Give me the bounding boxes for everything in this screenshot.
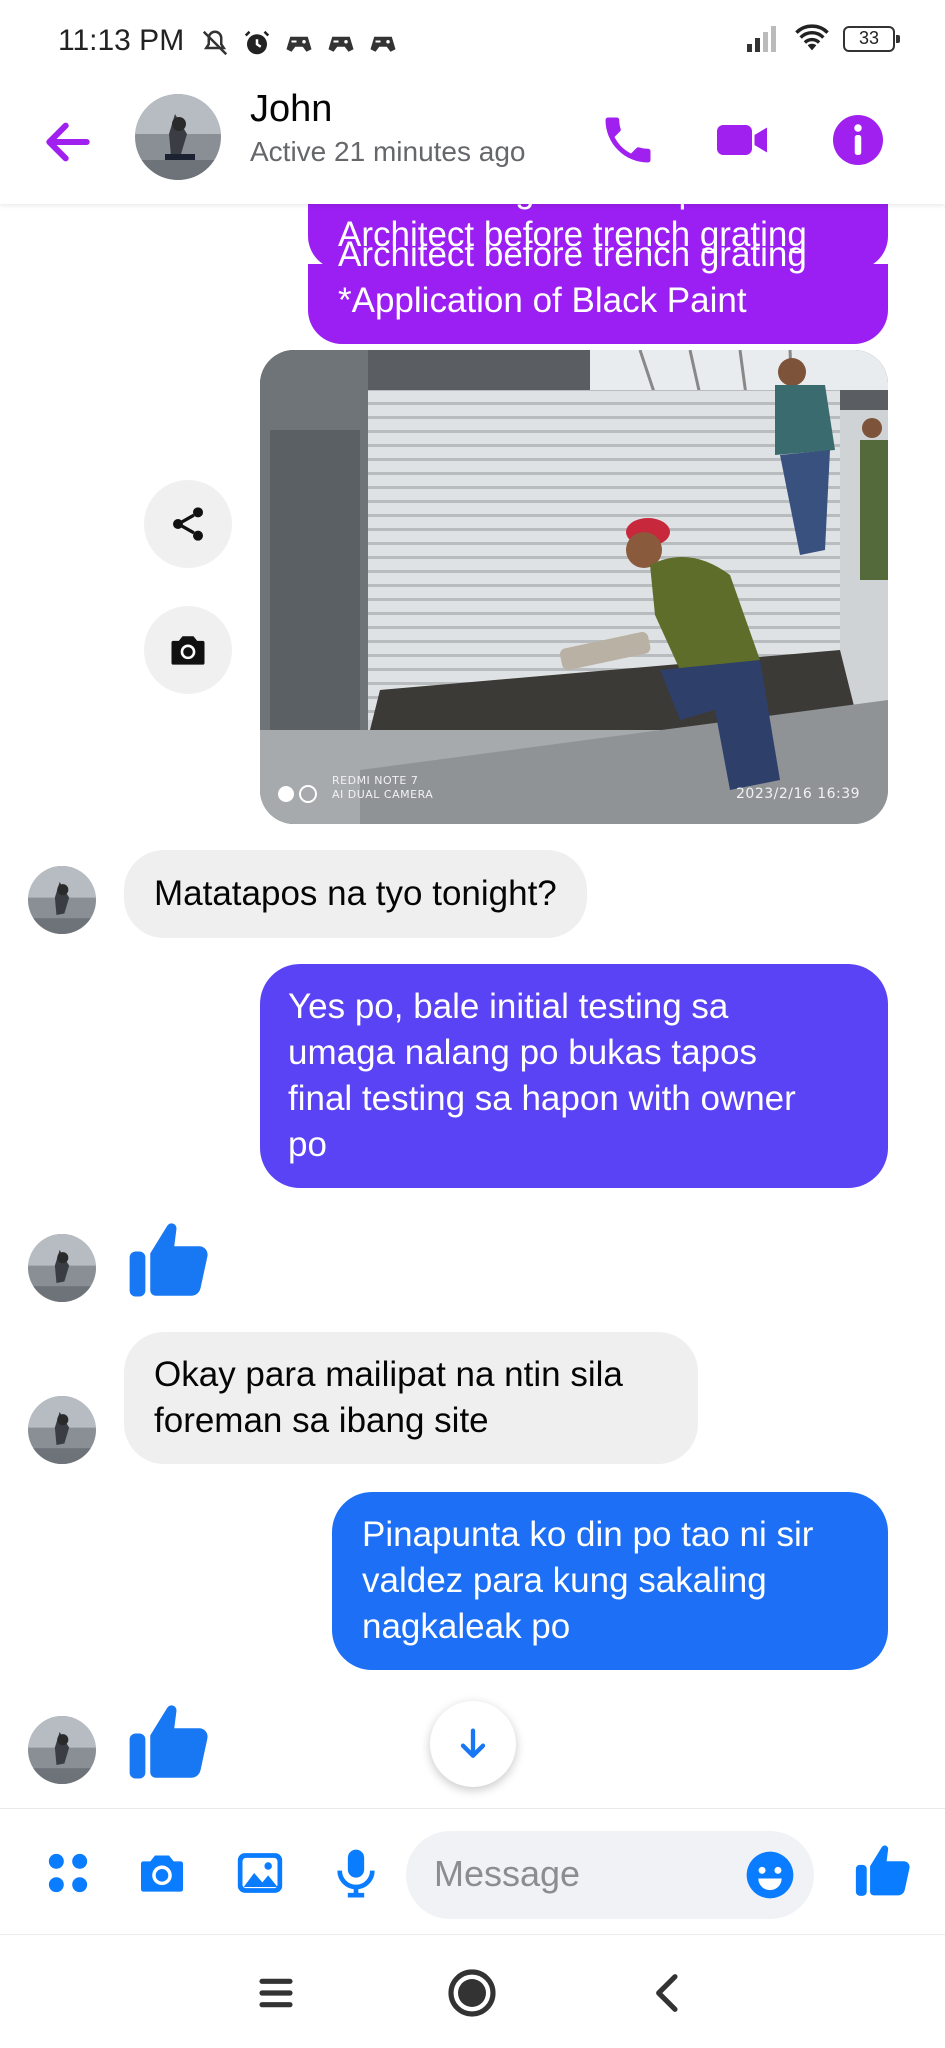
- photo-attachment[interactable]: REDMI NOTE 7 AI DUAL CAMERA 2023/2/16 16…: [260, 350, 888, 824]
- contact-name[interactable]: John: [250, 88, 332, 131]
- contact-active-status: Active 21 minutes ago: [250, 136, 526, 167]
- status-notification-icons: [200, 28, 398, 58]
- battery-icon: 33: [843, 26, 900, 52]
- scroll-to-bottom-button[interactable]: [430, 1701, 516, 1787]
- message-text-line: Okay para mailipat na ntin sila: [154, 1355, 623, 1394]
- message-list[interactable]: *Additional groove as per Architect befo…: [0, 204, 945, 1808]
- message-text-line: umaga nalang po bukas tapos: [288, 1033, 757, 1072]
- emoji-icon[interactable]: [742, 1847, 798, 1903]
- message-text-line: Architect before trench grating: [338, 235, 807, 274]
- incoming-message[interactable]: Matatapos na tyo tonight?: [124, 850, 587, 938]
- outgoing-message[interactable]: Yes po, bale initial testing sa umaga na…: [260, 964, 888, 1188]
- message-input[interactable]: Message: [406, 1831, 814, 1919]
- arrow-down-icon: [460, 1728, 486, 1758]
- message-text-line: foreman sa ibang site: [154, 1401, 489, 1440]
- back-nav-icon[interactable]: [640, 1965, 696, 2021]
- video-call-icon[interactable]: [712, 110, 772, 170]
- photo-timestamp: 2023/2/16 16:39: [736, 786, 861, 802]
- back-arrow-icon[interactable]: [40, 114, 96, 170]
- message-text-line: nagkaleak po: [362, 1607, 571, 1646]
- message-text-line: *Application of Black Paint: [338, 281, 747, 320]
- status-time: 11:13 PM: [58, 24, 185, 57]
- outgoing-message[interactable]: Pinapunta ko din po tao ni sir valdez pa…: [332, 1492, 888, 1670]
- message-text: Matatapos na tyo tonight?: [154, 874, 557, 913]
- message-text-line: final testing sa hapon with owner: [288, 1079, 796, 1118]
- alarm-icon: [244, 30, 270, 55]
- photo-camera-watermark: REDMI NOTE 7: [332, 774, 419, 787]
- construction-photo: [260, 350, 888, 824]
- share-button[interactable]: [144, 480, 232, 568]
- home-icon[interactable]: [444, 1965, 500, 2021]
- camera-icon: [171, 636, 205, 665]
- sender-avatar[interactable]: [28, 1716, 96, 1784]
- microphone-icon[interactable]: [328, 1845, 384, 1901]
- phone-icon[interactable]: [598, 110, 658, 170]
- signal-icon: [747, 26, 776, 52]
- mute-icon: [202, 30, 228, 56]
- avatar-photo: [28, 1234, 96, 1302]
- menu-dots-icon[interactable]: [40, 1845, 96, 1901]
- info-icon[interactable]: [828, 110, 888, 170]
- system-navigation-bar: [0, 1934, 945, 2048]
- photo-camera-watermark: AI DUAL CAMERA: [332, 788, 434, 801]
- message-text-line: Yes po, bale initial testing sa: [288, 987, 729, 1026]
- camera-reply-button[interactable]: [144, 606, 232, 694]
- avatar-photo: [135, 94, 221, 180]
- sender-avatar[interactable]: [28, 1396, 96, 1464]
- gallery-icon[interactable]: [232, 1845, 288, 1901]
- thumbs-up-sticker-icon[interactable]: [124, 1696, 214, 1786]
- wifi-icon: [795, 24, 829, 51]
- game-icon: [328, 36, 354, 52]
- like-send-icon[interactable]: [852, 1839, 914, 1901]
- thumbs-up-sticker-icon[interactable]: [124, 1214, 214, 1304]
- avatar-photo: [28, 1716, 96, 1784]
- sender-avatar[interactable]: [28, 1234, 96, 1302]
- sender-avatar[interactable]: [28, 866, 96, 934]
- avatar-photo: [28, 866, 96, 934]
- contact-avatar[interactable]: [135, 94, 221, 180]
- game-icon: [370, 36, 396, 52]
- message-composer: Message: [0, 1808, 945, 1934]
- share-icon: [173, 507, 203, 541]
- incoming-message[interactable]: Okay para mailipat na ntin sila foreman …: [124, 1332, 698, 1464]
- game-icon: [286, 36, 312, 52]
- message-text-line: po: [288, 1125, 327, 1164]
- status-system-icons: 33: [745, 24, 900, 54]
- camera-icon[interactable]: [134, 1845, 190, 1901]
- message-text-line: Pinapunta ko din po tao ni sir: [362, 1515, 814, 1554]
- avatar-photo: [28, 1396, 96, 1464]
- recent-apps-icon[interactable]: [248, 1965, 304, 2021]
- status-bar: 11:13 PM 33: [0, 0, 945, 84]
- message-text-line: valdez para kung sakaling: [362, 1561, 767, 1600]
- conversation-header: John Active 21 minutes ago: [0, 84, 945, 204]
- message-input-placeholder: Message: [434, 1853, 581, 1894]
